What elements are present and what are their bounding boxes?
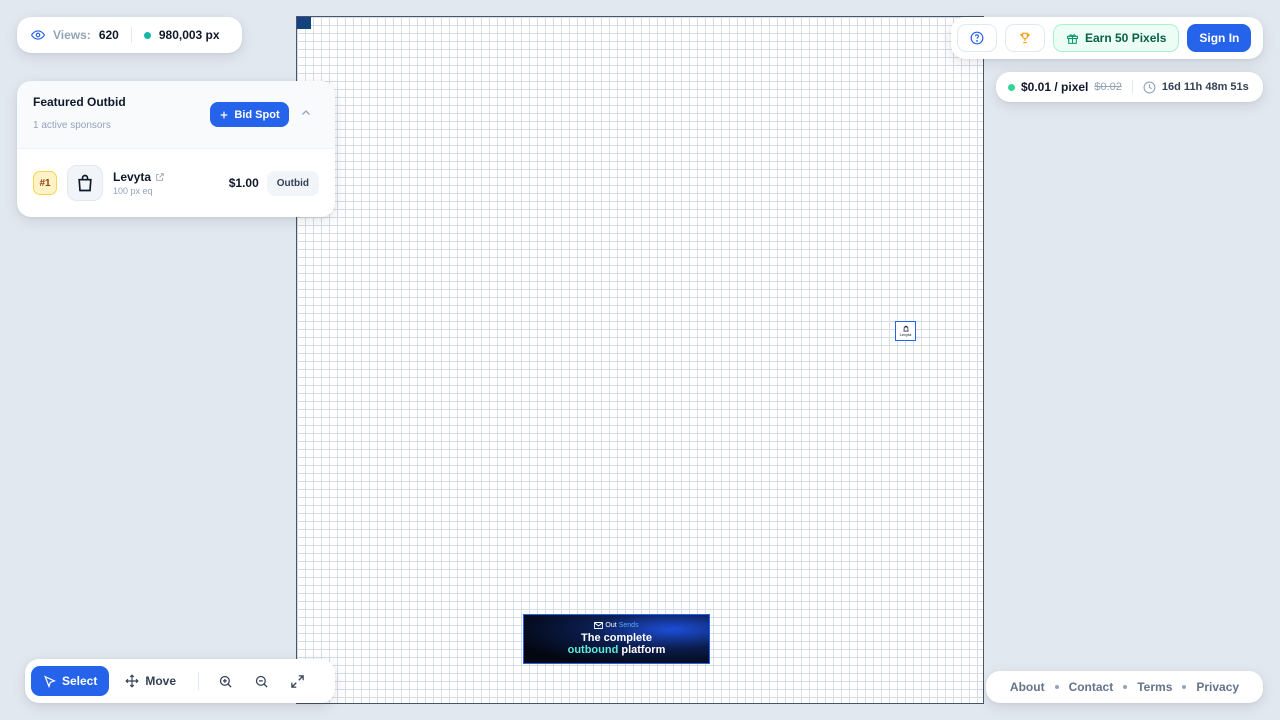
banner-highlight: outbound: [567, 644, 619, 656]
price-status-dot: [1008, 83, 1015, 91]
banner-line-2-rest: platform: [618, 644, 666, 656]
featured-panel: Featured Outbid 1 active sponsors Bid Sp…: [17, 81, 335, 217]
sponsor-row[interactable]: #1 Levyta 100 px eq $1.00 Outbid: [17, 149, 335, 217]
stats-divider: [130, 27, 132, 43]
footer-bullet: [1182, 685, 1187, 689]
bid-spot-label: Bid Spot: [234, 108, 280, 121]
move-tool-label: Move: [145, 674, 177, 688]
old-price: $0.02: [1094, 81, 1122, 93]
gift-icon: [1067, 33, 1078, 44]
earn-pixels-label: Earn 50 Pixels: [1085, 31, 1167, 45]
bottom-toolbar: Select Move: [25, 659, 335, 703]
privacy-link[interactable]: Privacy: [1196, 680, 1239, 694]
select-tool-label: Select: [62, 674, 98, 688]
status-badge: Outbid: [266, 170, 319, 196]
top-action-bar: Earn 50 Pixels Sign In: [951, 17, 1263, 59]
sponsor-equivalent: 100 px eq: [113, 186, 153, 196]
current-price: $0.01 / pixel: [1021, 80, 1089, 94]
earn-pixels-button[interactable]: Earn 50 Pixels: [1053, 24, 1180, 52]
canvas-corner-block[interactable]: [297, 17, 311, 29]
banner-line-1: The complete: [581, 632, 652, 644]
help-button[interactable]: [957, 24, 997, 52]
zoom-out-icon: [255, 675, 268, 688]
footer-bullet: [1054, 685, 1059, 689]
bag-icon: [903, 325, 908, 332]
contact-link[interactable]: Contact: [1069, 680, 1114, 694]
select-tool-button[interactable]: Select: [31, 666, 110, 696]
terms-link[interactable]: Terms: [1137, 680, 1172, 694]
banner-line-2: outbound platform: [568, 644, 666, 656]
views-label: Views:: [53, 28, 91, 42]
expand-icon: [290, 674, 304, 688]
eye-icon: [31, 30, 45, 40]
ad-banner[interactable]: Out Sends The complete outbound platform: [523, 614, 710, 664]
sponsor-name: Levyta: [113, 170, 152, 184]
pixel-canvas[interactable]: Levyta Out Sends The complete outbound pl…: [296, 16, 984, 704]
rank-badge: #1: [33, 171, 57, 195]
chevron-up-icon[interactable]: [300, 107, 312, 119]
move-tool-button[interactable]: Move: [113, 666, 188, 696]
move-icon: [125, 674, 140, 688]
sponsor-name-link[interactable]: Levyta: [113, 170, 229, 184]
zoom-in-icon: [219, 675, 232, 688]
sponsor-pixel-block[interactable]: Levyta: [895, 321, 916, 341]
views-value: 620: [98, 28, 119, 42]
banner-brand-b: Sends: [618, 622, 639, 629]
sponsor-info: Levyta 100 px eq: [113, 170, 229, 196]
about-link[interactable]: About: [1010, 680, 1045, 694]
countdown-timer: 16d 11h 48m 51s: [1161, 81, 1249, 93]
pricing-divider: [1131, 80, 1133, 94]
banner-brand: Out Sends: [594, 622, 639, 629]
sponsor-pixel-label: Levyta: [899, 332, 912, 337]
help-icon: [970, 31, 984, 45]
zoom-out-button[interactable]: [245, 666, 277, 696]
footer-links: About Contact Terms Privacy: [986, 671, 1263, 703]
sponsor-avatar: [67, 165, 103, 201]
fullscreen-button[interactable]: [281, 666, 313, 696]
cursor-icon: [44, 674, 56, 688]
banner-brand-a: Out: [605, 622, 617, 629]
featured-header: Featured Outbid 1 active sponsors Bid Sp…: [17, 81, 335, 149]
zoom-in-button[interactable]: [209, 666, 241, 696]
plus-icon: [221, 111, 228, 118]
pixels-value: 980,003 px: [158, 28, 220, 42]
toolbar-divider: [198, 672, 200, 690]
shopping-bag-icon: [78, 174, 92, 192]
external-link-icon[interactable]: [155, 172, 165, 182]
footer-bullet: [1123, 685, 1128, 689]
pricing-bar: $0.01 / pixel $0.02 16d 11h 48m 51s: [996, 72, 1263, 102]
mail-icon: [594, 622, 604, 629]
sign-in-button[interactable]: Sign In: [1187, 24, 1252, 52]
sponsor-price: $1.00: [228, 176, 259, 190]
clock-icon: [1143, 81, 1156, 93]
stats-card: Views: 620 980,003 px: [17, 17, 242, 53]
pixels-status-dot: [143, 31, 151, 39]
leaderboard-button[interactable]: [1005, 24, 1045, 52]
bid-spot-button[interactable]: Bid Spot: [210, 102, 289, 127]
trophy-icon: [1020, 32, 1030, 44]
